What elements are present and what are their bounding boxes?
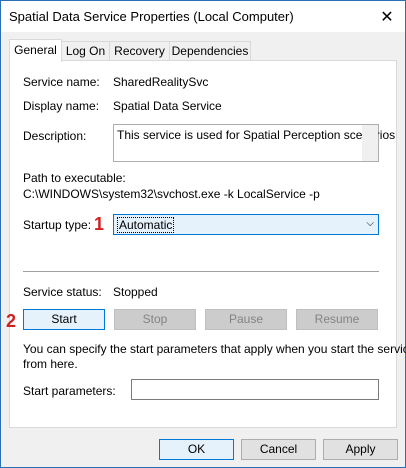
annotation-marker-2: 2 — [6, 311, 17, 331]
tab-recovery[interactable]: Recovery — [109, 41, 170, 61]
pause-button[interactable]: Pause — [205, 309, 287, 330]
service-name-label: Service name: — [23, 75, 100, 89]
service-status-label: Service status: — [23, 285, 102, 299]
help-text-line1: You can specify the start parameters tha… — [23, 342, 406, 356]
service-status-value: Stopped — [113, 285, 158, 299]
start-params-label: Start parameters: — [23, 384, 116, 398]
window-title: Spatial Data Service Properties (Local C… — [9, 9, 294, 24]
display-name-label: Display name: — [23, 99, 100, 113]
apply-button[interactable]: Apply — [323, 439, 398, 460]
startup-type-select[interactable]: Automatic ⌵ — [113, 214, 379, 235]
description-textbox[interactable]: This service is used for Spatial Percept… — [113, 124, 395, 162]
close-button[interactable]: ✕ — [369, 1, 405, 32]
description-label: Description: — [23, 129, 87, 143]
properties-dialog: Spatial Data Service Properties (Local C… — [0, 0, 406, 468]
description-scrollbar[interactable] — [362, 125, 378, 161]
start-button[interactable]: Start — [23, 309, 105, 330]
general-tab-panel — [9, 60, 397, 428]
ok-button[interactable]: OK — [159, 439, 234, 460]
path-value: C:\WINDOWS\system32\svchost.exe -k Local… — [23, 187, 320, 201]
tab-general[interactable]: General — [9, 39, 62, 62]
close-icon: ✕ — [380, 8, 394, 26]
startup-type-value: Automatic — [116, 217, 175, 233]
help-text-line2: from here. — [23, 357, 78, 371]
path-label: Path to executable: — [23, 171, 126, 185]
startup-type-label: Startup type: — [23, 218, 92, 232]
section-divider — [23, 271, 379, 272]
description-text: This service is used for Spatial Percept… — [117, 128, 396, 142]
tab-log-on[interactable]: Log On — [61, 41, 110, 61]
display-name-value: Spatial Data Service — [113, 99, 222, 113]
service-name-value: SharedRealitySvc — [113, 75, 209, 89]
chevron-down-icon: ⌵ — [366, 218, 374, 229]
cancel-button[interactable]: Cancel — [241, 439, 316, 460]
stop-button[interactable]: Stop — [114, 309, 196, 330]
resume-button[interactable]: Resume — [296, 309, 378, 330]
tab-dependencies[interactable]: Dependencies — [169, 41, 251, 61]
title-bar: Spatial Data Service Properties (Local C… — [1, 1, 405, 32]
annotation-marker-1: 1 — [94, 214, 105, 234]
start-params-input[interactable] — [131, 379, 379, 400]
